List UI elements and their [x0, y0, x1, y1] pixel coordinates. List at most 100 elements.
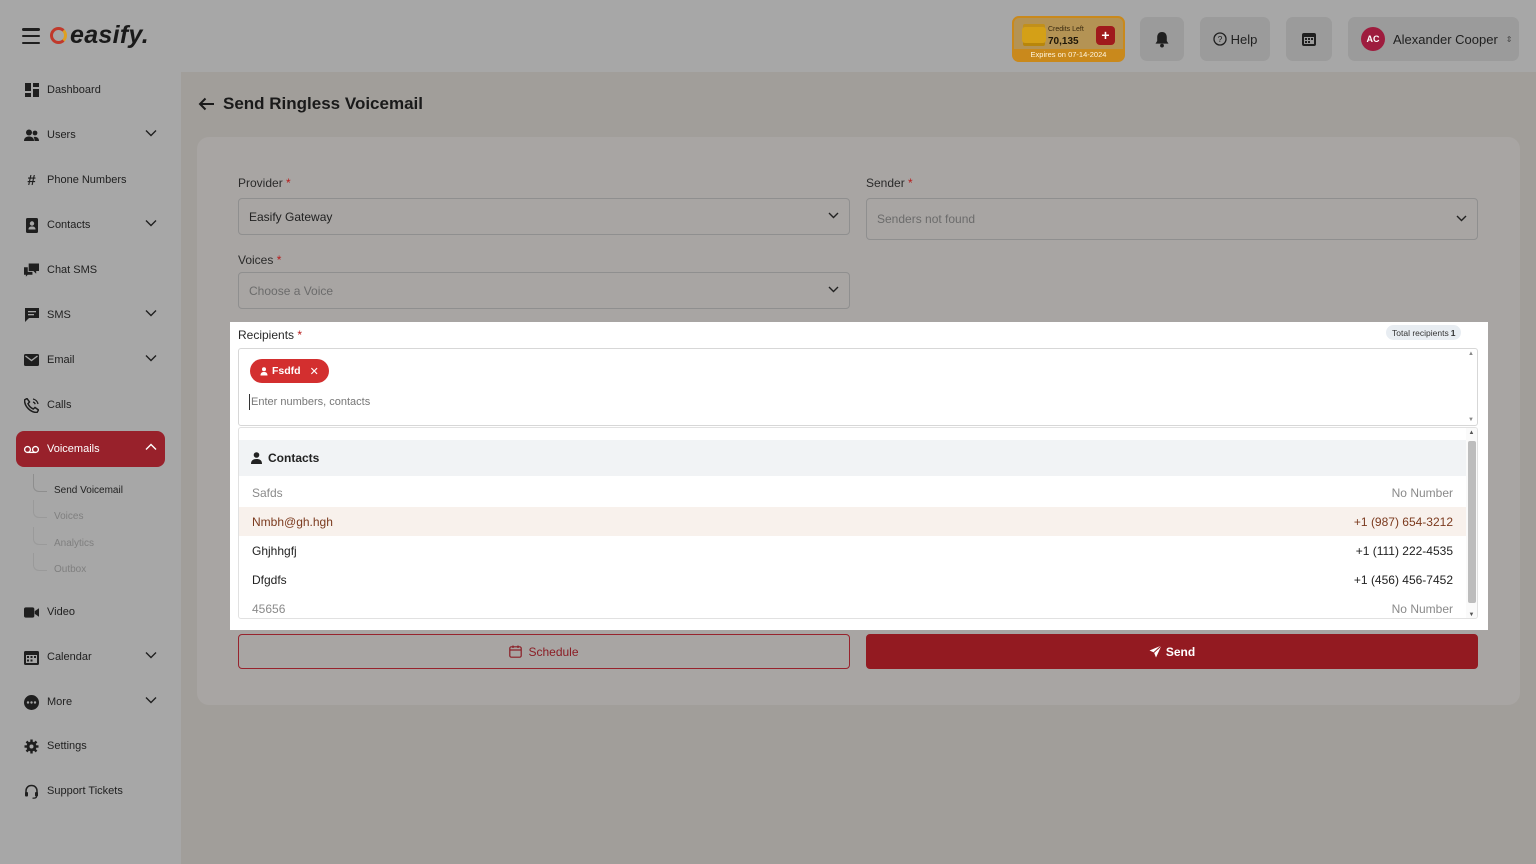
sidebar-item-support-tickets[interactable]: Support Tickets — [16, 773, 165, 809]
page-title: Send Ringless Voicemail — [198, 94, 423, 114]
chevron-down-icon — [145, 310, 157, 317]
sidebar-item-label: Contacts — [47, 219, 91, 231]
menu-icon[interactable] — [22, 28, 40, 44]
sms-icon — [24, 308, 39, 323]
chevron-up-icon — [145, 443, 157, 450]
sidebar-item-video[interactable]: Video — [16, 594, 165, 630]
scrollbar-thumb[interactable] — [1468, 441, 1476, 603]
scroll-up-arrow-icon[interactable]: ▲ — [1467, 430, 1476, 436]
chevron-down-icon — [145, 652, 157, 659]
sidebar-item-label: Chat SMS — [47, 264, 98, 276]
sidebar-item-label: Support Tickets — [47, 785, 123, 797]
sidebar-item-contacts[interactable]: Contacts — [16, 207, 165, 243]
app-logo[interactable]: easify. — [50, 21, 149, 50]
provider-select[interactable]: Easify Gateway — [238, 198, 850, 235]
back-arrow-icon[interactable] — [198, 97, 215, 111]
voices-label: Voices * — [238, 253, 282, 267]
contact-name: 45656 — [252, 601, 286, 616]
contact-number: +1 (456) 456-7452 — [1353, 572, 1453, 587]
contact-option[interactable]: Nmbh@gh.hgh +1 (987) 654-3212 — [239, 507, 1466, 536]
scroll-down-arrow-icon[interactable]: ▼ — [1467, 612, 1476, 618]
dropdown-scrollbar[interactable]: ▲ ▼ — [1466, 428, 1477, 618]
send-label: Send — [1165, 644, 1196, 659]
tree-connector — [33, 527, 47, 545]
chevron-down-icon — [145, 355, 157, 362]
sidebar-item-label: SMS — [47, 309, 71, 321]
recipient-chip[interactable]: Fsdfd ✕ — [250, 359, 329, 383]
chevron-down-icon — [828, 286, 839, 293]
submenu-send-voicemail[interactable]: Send Voicemail — [54, 485, 123, 496]
person-icon — [260, 366, 268, 375]
svg-text:?: ? — [1217, 34, 1222, 44]
user-menu[interactable]: AC Alexander Cooper ⇕ — [1348, 17, 1519, 61]
sidebar-item-voicemails[interactable]: Voicemails — [16, 431, 165, 467]
required-mark: * — [908, 176, 913, 190]
provider-label: Provider * — [238, 176, 291, 190]
sidebar-item-calls[interactable]: Calls — [16, 387, 165, 423]
contact-option[interactable]: Safds No Number — [239, 478, 1466, 507]
help-icon: ? — [1212, 32, 1227, 46]
credits-widget: Credits Left 70,135 + Expires on 07-14-2… — [1012, 16, 1125, 62]
credits-expiry: Expires on 07-14-2024 — [1014, 49, 1123, 60]
submenu-outbox[interactable]: Outbox — [54, 564, 86, 575]
contact-name: Dfgdfs — [252, 572, 287, 587]
sidebar-item-chat-sms[interactable]: Chat SMS — [16, 252, 165, 288]
user-name: Alexander Cooper — [1393, 31, 1498, 47]
calendar-icon — [24, 650, 39, 665]
chat-icon — [24, 263, 39, 278]
sidebar-item-email[interactable]: Email — [16, 342, 165, 378]
sidebar-item-phone-numbers[interactable]: # Phone Numbers — [16, 162, 165, 198]
sender-value: Senders not found — [877, 212, 976, 226]
avatar: AC — [1361, 27, 1385, 51]
remove-chip-icon[interactable]: ✕ — [310, 365, 319, 378]
submenu-analytics[interactable]: Analytics — [54, 538, 94, 549]
submenu-voices[interactable]: Voices — [54, 511, 83, 522]
gear-icon — [24, 739, 39, 754]
sidebar-item-label: More — [47, 696, 73, 708]
dashboard-icon — [24, 83, 39, 98]
chevron-down-icon — [828, 212, 839, 219]
sidebar-item-label: Users — [47, 129, 76, 141]
sidebar-item-sms[interactable]: SMS — [16, 297, 165, 333]
voices-select[interactable]: Choose a Voice — [238, 272, 850, 309]
sidebar-item-label: Video — [47, 606, 75, 618]
voices-value: Choose a Voice — [249, 283, 334, 298]
contacts-dropdown: Contacts Safds No Number Nmbh@gh.hgh +1 … — [238, 427, 1478, 619]
contact-option[interactable]: 45656 No Number — [239, 594, 1466, 618]
contact-number: +1 (111) 222-4535 — [1355, 543, 1453, 558]
coins-icon — [1022, 27, 1046, 43]
add-credits-button[interactable]: + — [1096, 26, 1115, 45]
help-button[interactable]: ? Help — [1200, 17, 1270, 61]
recipients-panel: Recipients * Total recipients1 Fsdfd ✕ ▲… — [230, 322, 1488, 630]
sidebar-item-users[interactable]: Users — [16, 117, 165, 153]
scroll-up-arrow-icon[interactable]: ▲ — [1467, 351, 1475, 357]
send-button[interactable]: Send — [866, 634, 1478, 669]
recipients-label: Recipients * — [238, 328, 303, 342]
contact-name: Ghjhhgfj — [252, 543, 297, 558]
top-bar: easify. Credits Left 70,135 + Expires on… — [0, 0, 1536, 72]
users-icon — [24, 128, 39, 143]
sidebar-item-label: Dashboard — [47, 84, 101, 96]
contact-option[interactable]: Dfgdfs +1 (456) 456-7452 — [239, 565, 1466, 594]
scroll-down-arrow-icon[interactable]: ▼ — [1467, 417, 1475, 423]
contact-option[interactable]: Ghjhhgfj +1 (111) 222-4535 — [239, 536, 1466, 565]
calendar-icon — [1302, 33, 1316, 46]
recipients-input[interactable] — [249, 394, 1049, 410]
calendar-button[interactable] — [1286, 17, 1332, 61]
bell-icon — [1155, 31, 1169, 47]
sidebar: Dashboard Users # Phone Numbers Contacts… — [0, 72, 181, 864]
sidebar-item-settings[interactable]: Settings — [16, 728, 165, 764]
recipients-field[interactable]: Fsdfd ✕ ▲ ▼ — [238, 348, 1478, 426]
sidebar-item-label: Email — [47, 354, 75, 366]
contact-number: No Number — [1391, 485, 1453, 500]
notifications-button[interactable] — [1140, 17, 1184, 61]
sidebar-item-label: Phone Numbers — [47, 174, 127, 186]
sender-select[interactable]: Senders not found — [866, 198, 1478, 240]
sidebar-item-calendar[interactable]: Calendar — [16, 639, 165, 675]
sidebar-item-more[interactable]: More — [16, 684, 165, 720]
chevron-down-icon — [145, 220, 157, 227]
sidebar-item-label: Settings — [47, 740, 87, 752]
total-recipients-badge: Total recipients 1 — [1386, 325, 1462, 340]
sidebar-item-dashboard[interactable]: Dashboard — [16, 72, 165, 108]
schedule-button[interactable]: Schedule — [238, 634, 850, 669]
